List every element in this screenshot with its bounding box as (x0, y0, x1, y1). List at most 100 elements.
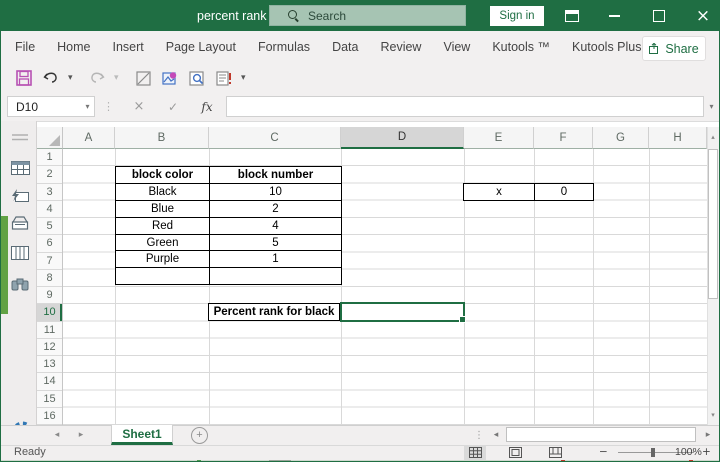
formula-bar-expand-chevron[interactable]: ▾ (705, 96, 718, 117)
cell-C10[interactable]: Percent rank for black (208, 303, 340, 321)
menu-tab-data[interactable]: Data (321, 31, 369, 63)
row-header-5[interactable]: 5 (37, 218, 62, 236)
undo-button[interactable] (41, 67, 61, 89)
borders-button[interactable] (133, 67, 153, 89)
cell-B3[interactable]: Black (115, 182, 210, 201)
cell-C2[interactable]: block number (209, 166, 342, 184)
horizontal-scroll-thumb[interactable] (506, 427, 696, 442)
clipboard-pane-icon[interactable] (10, 214, 30, 232)
cell-F3[interactable]: 0 (534, 183, 594, 201)
minimize-button[interactable] (599, 1, 629, 31)
select-all-button[interactable] (37, 127, 63, 149)
column-header-D[interactable]: D (341, 127, 464, 149)
sheet-nav-right-button[interactable]: ▸ (73, 425, 89, 445)
formula-input[interactable] (226, 96, 704, 117)
row-header-15[interactable]: 15 (37, 391, 62, 408)
print-preview-button[interactable] (187, 67, 207, 89)
cell-B6[interactable]: Green (115, 233, 210, 252)
formula-bar-separator-dots[interactable]: ⋮ (103, 96, 114, 117)
nav-pane-menu-icon[interactable] (10, 128, 30, 146)
sheet-nav-left-button[interactable]: ◂ (49, 425, 65, 445)
sign-in-button[interactable]: Sign in (490, 6, 544, 26)
search-input[interactable]: Search (269, 5, 466, 26)
row-header-11[interactable]: 11 (37, 322, 62, 339)
row-header-9[interactable]: 9 (37, 287, 62, 305)
row-header-8[interactable]: 8 (37, 270, 62, 287)
scroll-up-button[interactable]: ▴ (707, 127, 719, 147)
column-header-F[interactable]: F (534, 127, 593, 149)
column-header-C[interactable]: C (209, 127, 341, 149)
enter-button[interactable]: ✓ (163, 96, 183, 117)
row-header-4[interactable]: 4 (37, 201, 62, 218)
row-header-2[interactable]: 2 (37, 166, 62, 184)
qat-customize-chevron[interactable]: ▾ (241, 73, 253, 83)
find-pane-icon[interactable] (10, 275, 30, 293)
menu-tab-kutools[interactable]: Kutools ™ (481, 31, 561, 63)
redo-dropdown-chevron[interactable]: ▾ (114, 73, 126, 83)
cell-C8[interactable] (209, 267, 342, 286)
menu-tab-kutools-plus[interactable]: Kutools Plus (561, 31, 652, 63)
name-box-dropdown[interactable]: ▾ (80, 96, 95, 117)
column-header-A[interactable]: A (63, 127, 115, 149)
page-break-view-button[interactable] (544, 445, 566, 460)
cell-C6[interactable]: 5 (209, 233, 342, 252)
column-header-G[interactable]: G (593, 127, 649, 149)
zoom-in-button[interactable]: + (702, 445, 711, 460)
autotext-pane-icon[interactable] (10, 187, 30, 205)
insert-function-button[interactable]: fx (197, 96, 217, 117)
redo-button[interactable] (87, 67, 107, 89)
row-header-14[interactable]: 14 (37, 373, 62, 391)
cell-C5[interactable]: 4 (209, 216, 342, 235)
pane-collapse-handle[interactable]: ◂ (1, 216, 8, 314)
h-scroll-left-button[interactable]: ◂ (489, 425, 503, 445)
h-scroll-right-button[interactable]: ▸ (701, 425, 715, 445)
insert-picture-button[interactable] (160, 67, 180, 89)
cell-B5[interactable]: Red (115, 216, 210, 235)
column-header-E[interactable]: E (464, 127, 534, 149)
menu-tab-view[interactable]: View (432, 31, 481, 63)
menu-tab-formulas[interactable]: Formulas (247, 31, 321, 63)
cell-E3[interactable]: x (463, 183, 535, 201)
row-header-6[interactable]: 6 (37, 235, 62, 253)
maximize-button[interactable] (644, 1, 674, 31)
normal-view-button[interactable] (464, 445, 486, 460)
cell-B2[interactable]: block color (115, 166, 210, 184)
cell-C3[interactable]: 10 (209, 182, 342, 201)
page-layout-view-button[interactable] (504, 445, 526, 460)
share-button[interactable]: Share (642, 36, 706, 61)
workbook-pane-icon[interactable] (10, 159, 30, 177)
cell-B8[interactable] (115, 267, 210, 286)
column-header-B[interactable]: B (115, 127, 209, 149)
add-sheet-button[interactable]: + (191, 427, 208, 444)
row-header-13[interactable]: 13 (37, 356, 62, 374)
cell-B4[interactable]: Blue (115, 199, 210, 218)
undo-dropdown-chevron[interactable]: ▾ (68, 73, 80, 83)
close-button[interactable]: × (688, 1, 718, 31)
ribbon-display-options-button[interactable] (557, 1, 587, 31)
zoom-out-button[interactable]: − (599, 445, 608, 460)
zoom-slider-handle[interactable] (651, 448, 655, 457)
row-header-16[interactable]: 16 (37, 408, 62, 425)
menu-tab-insert[interactable]: Insert (102, 31, 155, 63)
vertical-scroll-thumb[interactable] (708, 149, 718, 299)
menu-tab-home[interactable]: Home (46, 31, 101, 63)
cell-C7[interactable]: 1 (209, 250, 342, 269)
fill-handle[interactable] (459, 316, 466, 323)
tab-bar-separator-dots[interactable]: ⋮ (474, 425, 484, 445)
menu-tab-page-layout[interactable]: Page Layout (155, 31, 247, 63)
cancel-button[interactable]: × (129, 96, 149, 117)
cell-B7[interactable]: Purple (115, 250, 210, 269)
save-button[interactable] (14, 67, 34, 89)
row-header-7[interactable]: 7 (37, 253, 62, 270)
menu-tab-review[interactable]: Review (369, 31, 432, 63)
selected-cell-D10[interactable] (340, 302, 466, 323)
column-list-pane-icon[interactable] (10, 244, 30, 262)
row-header-12[interactable]: 12 (37, 339, 62, 356)
column-header-H[interactable]: H (649, 127, 707, 149)
scroll-down-button[interactable]: ▾ (707, 405, 719, 425)
row-header-10[interactable]: 10 (37, 304, 62, 322)
sheet-tab-sheet1[interactable]: Sheet1 (111, 425, 173, 445)
row-header-1[interactable]: 1 (37, 149, 62, 167)
spelling-check-button[interactable] (214, 67, 234, 89)
cell-C4[interactable]: 2 (209, 199, 342, 218)
